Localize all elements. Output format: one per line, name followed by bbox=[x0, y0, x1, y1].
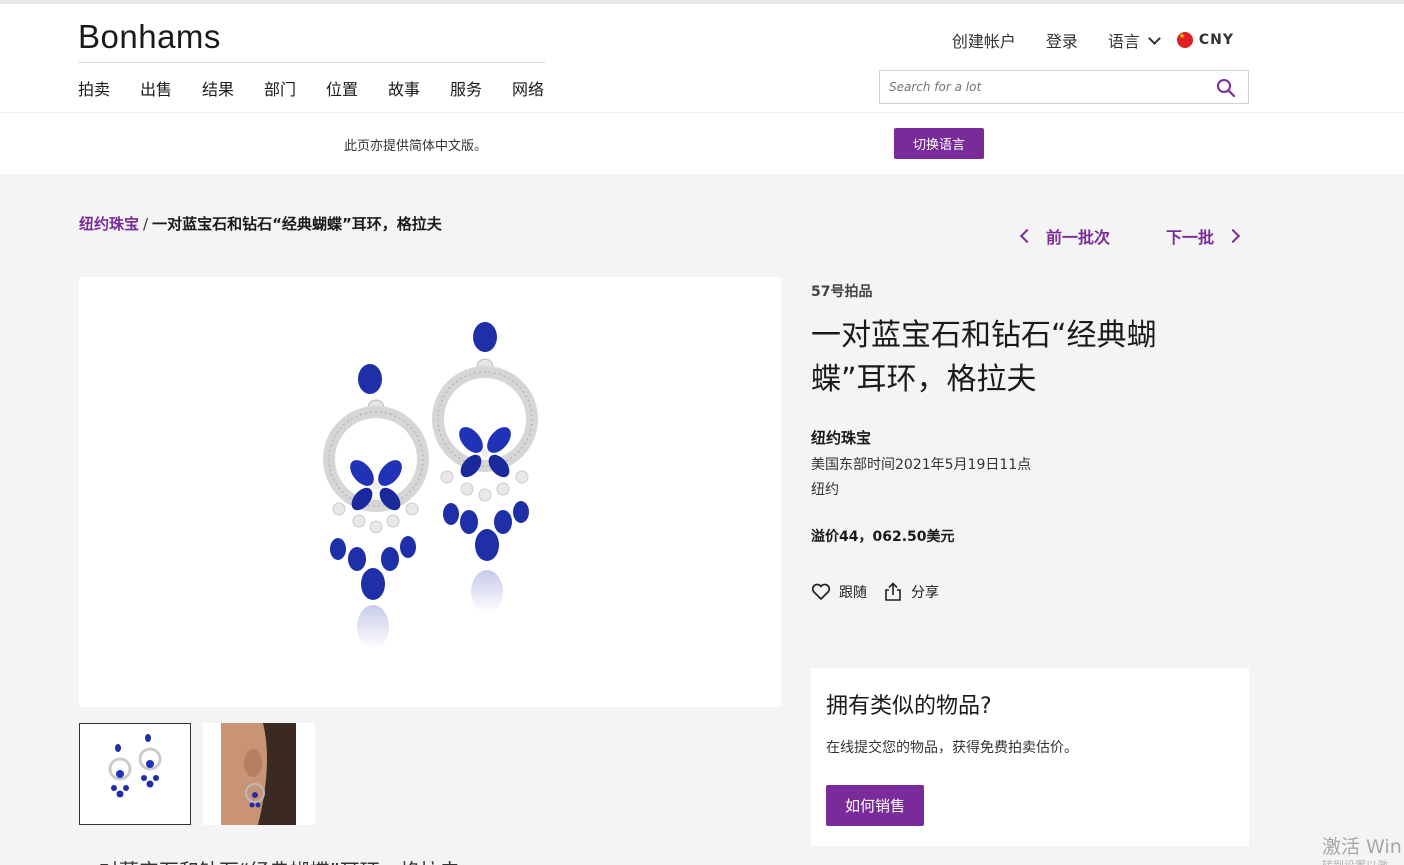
follow-button[interactable]: 跟随 bbox=[811, 582, 867, 602]
chevron-down-icon bbox=[1147, 31, 1161, 45]
windows-activation-subtext: 转到设置以激 bbox=[1322, 857, 1388, 865]
nav-item-services[interactable]: 服务 bbox=[450, 76, 512, 100]
utility-nav: 创建帐户 登录 语言 CNY bbox=[922, 28, 1234, 52]
switch-language-button[interactable]: 切换语言 bbox=[894, 128, 984, 159]
lot-number: 57号拍品 bbox=[811, 284, 873, 300]
next-lot-label: 下一批 bbox=[1166, 228, 1215, 247]
nav-item-departments[interactable]: 部门 bbox=[264, 76, 326, 100]
language-banner: 此页亦提供简体中文版。 切换语言 bbox=[0, 112, 1404, 174]
sell-card-text: 在线提交您的物品，获得免费拍卖估价。 bbox=[826, 740, 1078, 756]
main-nav: 拍卖 出售 结果 部门 位置 故事 服务 网络 bbox=[78, 76, 574, 100]
site-header: Bonhams 拍卖 出售 结果 部门 位置 故事 服务 网络 创建帐户 登录 … bbox=[0, 4, 1404, 112]
sell-similar-card: 拥有类似的物品? 在线提交您的物品，获得免费拍卖估价。 如何销售 bbox=[811, 668, 1249, 846]
lot-title: 一对蓝宝石和钻石“经典蝴蝶”耳环，格拉夫 bbox=[811, 318, 1157, 397]
language-dropdown[interactable]: 语言 bbox=[1107, 28, 1161, 52]
how-to-sell-button[interactable]: 如何销售 bbox=[826, 785, 924, 826]
nav-item-results[interactable]: 结果 bbox=[202, 76, 264, 100]
thumbnail-model-image bbox=[221, 723, 296, 825]
heart-icon bbox=[811, 583, 831, 600]
breadcrumb-separator: / bbox=[143, 215, 149, 233]
sold-price: 溢价44，062.50美元 bbox=[811, 529, 955, 545]
currency-label: CNY bbox=[1198, 32, 1234, 48]
header-divider bbox=[78, 62, 545, 63]
search-box bbox=[879, 70, 1249, 104]
nav-item-auctions[interactable]: 拍卖 bbox=[78, 76, 140, 100]
previous-lot-link[interactable]: 前一批次 bbox=[1019, 224, 1111, 248]
bonhams-logo[interactable]: Bonhams bbox=[78, 18, 221, 56]
follow-label: 跟随 bbox=[839, 585, 867, 601]
nav-item-stories[interactable]: 故事 bbox=[388, 76, 450, 100]
chevron-left-icon bbox=[1019, 228, 1035, 244]
lot-actions: 跟随 分享 bbox=[811, 582, 955, 602]
breadcrumb: 纽约珠宝 / 一对蓝宝石和钻石“经典蝴蝶”耳环，格拉夫 bbox=[79, 213, 442, 234]
create-account-link[interactable]: 创建帐户 bbox=[952, 28, 1016, 52]
thumbnail-earrings[interactable] bbox=[79, 723, 191, 825]
nav-item-locations[interactable]: 位置 bbox=[326, 76, 388, 100]
china-flag-icon bbox=[1176, 32, 1193, 48]
login-link[interactable]: 登录 bbox=[1046, 28, 1078, 52]
thumbnail-earrings-image bbox=[108, 734, 162, 798]
main-lot-image[interactable] bbox=[79, 277, 781, 707]
breadcrumb-current: 一对蓝宝石和钻石“经典蝴蝶”耳环，格拉夫 bbox=[152, 215, 442, 233]
sell-card-title: 拥有类似的物品? bbox=[826, 694, 992, 719]
sale-name: 纽约珠宝 bbox=[811, 429, 872, 447]
currency-selector[interactable]: CNY bbox=[1176, 32, 1234, 48]
share-icon bbox=[885, 582, 901, 601]
windows-activation-watermark: 激活 Win bbox=[1322, 836, 1402, 858]
sale-date: 美国东部时间2021年5月19日11点 bbox=[811, 457, 1032, 473]
share-button[interactable]: 分享 bbox=[883, 582, 939, 602]
search-input[interactable] bbox=[880, 71, 1200, 103]
next-lot-link[interactable]: 下一批 bbox=[1166, 224, 1241, 248]
language-banner-text: 此页亦提供简体中文版。 bbox=[344, 139, 488, 154]
language-label: 语言 bbox=[1107, 32, 1140, 51]
breadcrumb-link-ny-jewels[interactable]: 纽约珠宝 bbox=[79, 215, 139, 233]
chevron-right-icon bbox=[1225, 228, 1241, 244]
lot-title-below: 一对蓝宝石和钻石“经典蝴蝶”耳环，格拉夫 bbox=[79, 855, 460, 865]
nav-item-sell[interactable]: 出售 bbox=[140, 76, 202, 100]
sale-location: 纽约 bbox=[811, 482, 839, 498]
nav-item-network[interactable]: 网络 bbox=[512, 76, 574, 100]
share-label: 分享 bbox=[911, 585, 939, 601]
thumbnail-model-wearing[interactable] bbox=[203, 723, 315, 825]
search-icon[interactable] bbox=[1216, 78, 1236, 98]
earrings-image bbox=[323, 322, 538, 649]
previous-lot-label: 前一批次 bbox=[1046, 228, 1111, 247]
